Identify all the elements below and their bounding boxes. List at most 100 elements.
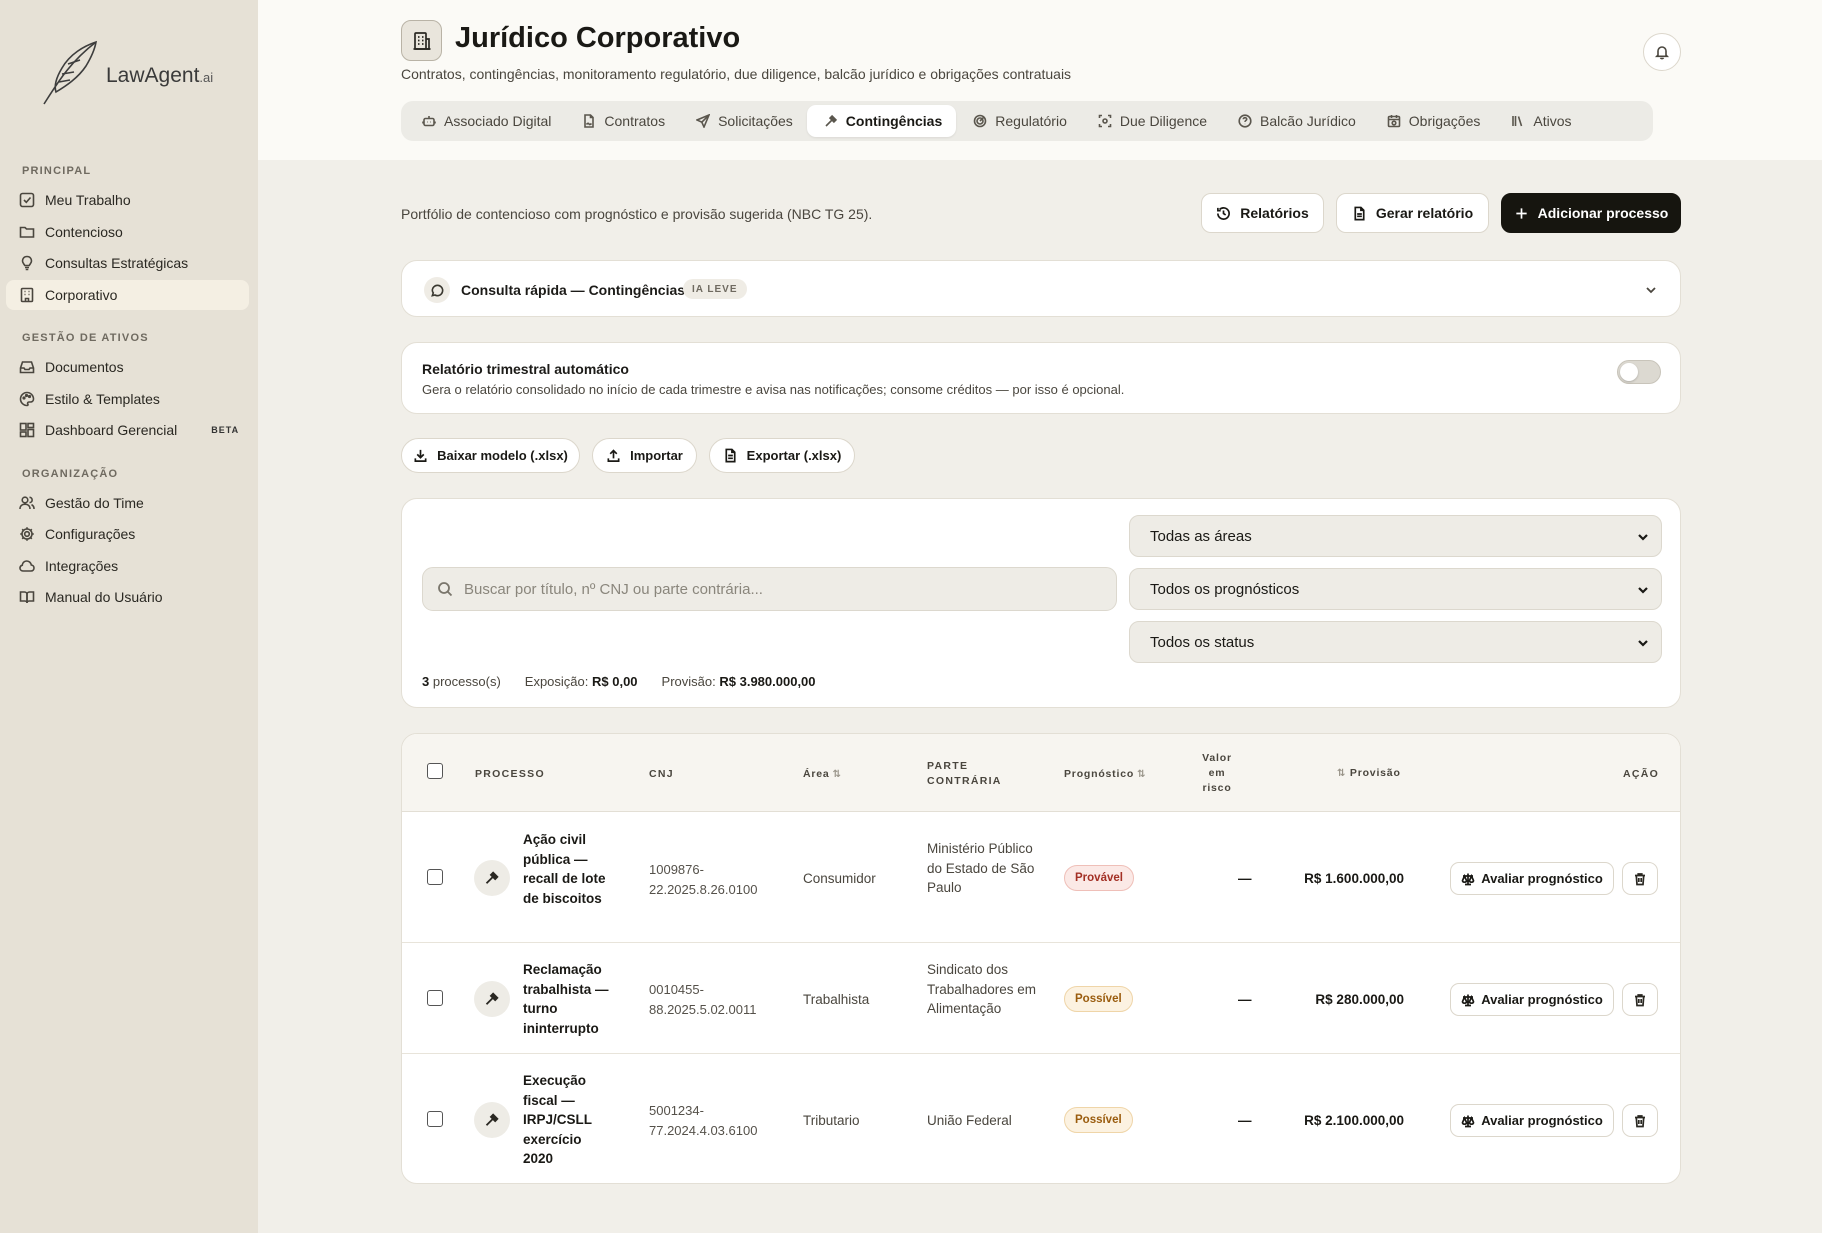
tab-label: Regulatório bbox=[995, 113, 1067, 129]
sidebar-item-configuracoes[interactable]: Configurações bbox=[6, 519, 249, 549]
nav-section-organizacao: ORGANIZAÇÃO bbox=[22, 468, 119, 480]
delete-button[interactable] bbox=[1622, 983, 1658, 1016]
sidebar-item-contencioso[interactable]: Contencioso bbox=[6, 217, 249, 247]
sidebar-item-estilo[interactable]: Estilo & Templates bbox=[6, 384, 249, 414]
row-title[interactable]: Reclamação trabalhista — turno ininterru… bbox=[523, 960, 613, 1038]
nav-section-principal: PRINCIPAL bbox=[22, 165, 92, 177]
notifications-button[interactable] bbox=[1643, 33, 1681, 71]
button-label: Avaliar prognóstico bbox=[1481, 1113, 1603, 1128]
status-select[interactable]: Todos os status bbox=[1129, 621, 1662, 663]
sidebar-item-label: Documentos bbox=[45, 359, 124, 375]
row-cnj: 5001234-77.2024.4.03.6100 bbox=[649, 1103, 758, 1138]
avaliar-prognostico-button[interactable]: Avaliar prognóstico bbox=[1450, 1104, 1614, 1137]
area-select[interactable]: Todas as áreas bbox=[1129, 515, 1662, 557]
toggle-knob bbox=[1620, 363, 1638, 381]
row-checkbox[interactable] bbox=[427, 990, 443, 1006]
row-parte: Sindicato dos Trabalhadores em Alimentaç… bbox=[927, 962, 1037, 1016]
palette-icon bbox=[19, 391, 35, 407]
sidebar: LawAgent.ai PRINCIPAL Meu Trabalho Conte… bbox=[0, 0, 258, 1233]
gavel-icon bbox=[474, 860, 510, 896]
delete-button[interactable] bbox=[1622, 862, 1658, 895]
row-provisao: R$ 2.100.000,00 bbox=[1304, 1113, 1404, 1128]
gerar-relatorio-button[interactable]: Gerar relatório bbox=[1336, 193, 1489, 233]
gavel-icon bbox=[474, 981, 510, 1017]
search-input[interactable] bbox=[464, 580, 1084, 598]
delete-button[interactable] bbox=[1622, 1104, 1658, 1137]
relatorio-trimestral-panel: Relatório trimestral automático Gera o r… bbox=[401, 342, 1681, 414]
select-all-checkbox[interactable] bbox=[427, 763, 443, 779]
sidebar-item-label: Gestão do Time bbox=[45, 495, 144, 511]
tab-label: Contratos bbox=[604, 113, 666, 129]
prognostico-select[interactable]: Todos os prognósticos bbox=[1129, 568, 1662, 610]
button-label: Avaliar prognóstico bbox=[1481, 871, 1603, 886]
prognostico-badge: Provável bbox=[1064, 865, 1134, 891]
folder-icon bbox=[19, 226, 35, 238]
send-icon bbox=[696, 114, 711, 128]
gavel-icon bbox=[474, 1102, 510, 1138]
relatorio-automatico-toggle[interactable] bbox=[1617, 360, 1661, 384]
prognostico-badge: Possível bbox=[1064, 1107, 1133, 1133]
tab-due-diligence[interactable]: Due Diligence bbox=[1081, 105, 1221, 137]
process-count: 3 processo(s) bbox=[422, 674, 501, 689]
baixar-modelo-button[interactable]: Baixar modelo (.xlsx) bbox=[401, 438, 580, 473]
table-header: PROCESSO CNJ Área ⇅ PARTE CONTRÁRIA Progn… bbox=[402, 734, 1680, 812]
row-checkbox[interactable] bbox=[427, 869, 443, 885]
tab-ativos[interactable]: Ativos bbox=[1494, 105, 1585, 137]
row-parte: Ministério Público do Estado de São Paul… bbox=[927, 841, 1035, 895]
tab-solicitacoes[interactable]: Solicitações bbox=[679, 105, 807, 137]
search-field[interactable] bbox=[422, 567, 1117, 611]
consulta-rapida-panel[interactable]: Consulta rápida — Contingências IA LEVE bbox=[401, 260, 1681, 317]
row-title[interactable]: Execução fiscal — IRPJ/CSLL exercício 20… bbox=[523, 1071, 613, 1169]
avaliar-prognostico-button[interactable]: Avaliar prognóstico bbox=[1450, 983, 1614, 1016]
dashboard-icon bbox=[19, 422, 35, 438]
chevron-down-icon[interactable] bbox=[1644, 283, 1658, 297]
tab-label: Solicitações bbox=[718, 113, 793, 129]
sort-icon: ⇅ bbox=[832, 769, 842, 780]
table-row: Reclamação trabalhista — turno ininterru… bbox=[402, 943, 1680, 1054]
tab-contratos[interactable]: Contratos bbox=[565, 105, 679, 137]
sidebar-item-label: Consultas Estratégicas bbox=[45, 255, 189, 271]
button-label: Importar bbox=[630, 448, 683, 463]
sidebar-item-gestao-time[interactable]: Gestão do Time bbox=[6, 488, 249, 518]
row-checkbox[interactable] bbox=[427, 1111, 443, 1127]
logo[interactable]: LawAgent.ai bbox=[40, 38, 213, 108]
col-prognostico[interactable]: Prognóstico ⇅ bbox=[1064, 767, 1146, 782]
sidebar-item-label: Dashboard Gerencial bbox=[45, 422, 178, 438]
tab-contingencias[interactable]: Contingências bbox=[806, 105, 957, 137]
sidebar-item-manual[interactable]: Manual do Usuário bbox=[6, 582, 249, 612]
button-label: Gerar relatório bbox=[1375, 205, 1474, 221]
avaliar-prognostico-button[interactable]: Avaliar prognóstico bbox=[1450, 862, 1614, 895]
col-area[interactable]: Área ⇅ bbox=[803, 767, 842, 782]
tab-associado-digital[interactable]: Associado Digital bbox=[405, 105, 565, 137]
building-icon bbox=[20, 287, 34, 303]
col-valor-em-risco[interactable]: Valor em risco bbox=[1197, 751, 1237, 796]
sidebar-item-integracoes[interactable]: Integrações bbox=[6, 551, 249, 581]
tab-balcao-juridico[interactable]: Balcão Jurídico bbox=[1221, 105, 1370, 137]
sidebar-item-label: Estilo & Templates bbox=[45, 391, 160, 407]
importar-button[interactable]: Importar bbox=[592, 438, 697, 473]
help-circle-icon bbox=[1238, 114, 1252, 128]
tab-obrigacoes[interactable]: Obrigações bbox=[1370, 105, 1495, 137]
relatorio-description: Gera o relatório consolidado no início d… bbox=[422, 382, 1125, 397]
sidebar-item-corporativo[interactable]: Corporativo bbox=[6, 280, 249, 310]
sidebar-item-documentos[interactable]: Documentos bbox=[6, 352, 249, 382]
sidebar-item-meu-trabalho[interactable]: Meu Trabalho bbox=[6, 185, 249, 215]
sidebar-item-label: Corporativo bbox=[45, 287, 118, 303]
sidebar-item-dashboard[interactable]: Dashboard Gerencial BETA bbox=[6, 415, 249, 445]
beta-badge: BETA bbox=[211, 425, 240, 435]
col-provisao[interactable]: ⇅ Provisão bbox=[1334, 766, 1401, 781]
row-title[interactable]: Ação civil pública — recall de lote de b… bbox=[523, 830, 613, 908]
trash-icon bbox=[1635, 1114, 1645, 1127]
tab-label: Balcão Jurídico bbox=[1260, 113, 1356, 129]
relatorios-button[interactable]: Relatórios bbox=[1201, 193, 1324, 233]
adicionar-processo-button[interactable]: Adicionar processo bbox=[1501, 193, 1681, 233]
row-provisao: R$ 280.000,00 bbox=[1315, 992, 1404, 1007]
exportar-button[interactable]: Exportar (.xlsx) bbox=[709, 438, 855, 473]
sidebar-item-consultas[interactable]: Consultas Estratégicas bbox=[6, 248, 249, 278]
relatorio-title: Relatório trimestral automático bbox=[422, 361, 629, 377]
page-description: Portfólio de contencioso com prognóstico… bbox=[401, 206, 873, 222]
gear-icon bbox=[20, 527, 34, 541]
bell-icon bbox=[1654, 46, 1670, 60]
filters-panel: Todas as áreas Todos os prognósticos Tod… bbox=[401, 498, 1681, 708]
tab-regulatorio[interactable]: Regulatório bbox=[956, 105, 1081, 137]
